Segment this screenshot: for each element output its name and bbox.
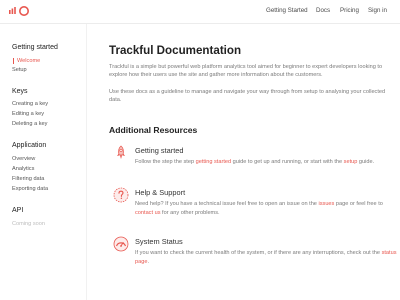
sidebar-item-exporting-data[interactable]: Exporting data	[12, 186, 48, 192]
setup-link[interactable]: setup	[344, 159, 358, 165]
top-navigation-bar: Getting Started Docs Pricing Sign in	[0, 0, 400, 24]
sidebar-heading-api: API	[12, 207, 24, 214]
main-content: Trackful Documentation Trackful is a sim…	[86, 24, 400, 300]
resource-desc-help-support: Need help? If you have a technical issue…	[135, 200, 397, 218]
desc-text: Need help? If you have a technical issue…	[135, 201, 319, 207]
sidebar-item-creating-a-key[interactable]: Creating a key	[12, 101, 48, 107]
docs-sidebar: Getting started Welcome Setup Keys Creat…	[0, 24, 86, 300]
sidebar-heading-keys: Keys	[12, 88, 28, 95]
sidebar-item-editing-a-key[interactable]: Editing a key	[12, 111, 44, 117]
desc-text: page or feel free to	[334, 201, 383, 207]
getting-started-link[interactable]: getting started	[196, 159, 231, 165]
resource-title-getting-started: Getting started	[135, 146, 184, 155]
desc-text: If you want to check the current health …	[135, 250, 382, 256]
sidebar-item-welcome[interactable]: Welcome	[13, 58, 40, 64]
sidebar-item-deleting-a-key[interactable]: Deleting a key	[12, 121, 47, 127]
resource-title-system-status: System Status	[135, 237, 183, 246]
sidebar-heading-getting-started: Getting started	[12, 44, 58, 51]
nav-docs[interactable]: Docs	[316, 7, 330, 14]
sidebar-item-filtering-data[interactable]: Filtering data	[12, 176, 44, 182]
trackful-logo-icon[interactable]	[9, 5, 33, 17]
desc-text: guide to get up and running, or start wi…	[231, 159, 344, 165]
sidebar-item-coming-soon: Coming soon	[12, 221, 45, 227]
nav-sign-in[interactable]: Sign in	[368, 7, 387, 14]
resource-title-help-support: Help & Support	[135, 188, 186, 197]
contact-us-link[interactable]: contact us	[135, 210, 161, 216]
desc-text: for any other problems.	[160, 210, 220, 216]
issues-link[interactable]: issues	[318, 201, 334, 207]
sidebar-item-overview[interactable]: Overview	[12, 156, 35, 162]
intro-paragraph: Trackful is a simple but powerful web pl…	[109, 64, 383, 78]
resource-desc-system-status: If you want to check the current health …	[135, 249, 397, 267]
desc-text: .	[147, 259, 150, 265]
rocket-icon	[117, 145, 125, 159]
resource-desc-getting-started: Follow the step the step getting started…	[135, 158, 397, 167]
sidebar-item-setup[interactable]: Setup	[12, 67, 27, 73]
nav-pricing[interactable]: Pricing	[340, 7, 359, 14]
guide-paragraph: Use these docs as a guideline to manage …	[109, 89, 386, 103]
desc-text: guide.	[357, 159, 375, 165]
sidebar-item-analytics[interactable]: Analytics	[12, 166, 34, 172]
help-icon	[113, 187, 129, 203]
additional-resources-heading: Additional Resources	[109, 125, 198, 135]
desc-text: Follow the step the step	[135, 159, 196, 165]
sidebar-heading-application: Application	[12, 142, 47, 149]
status-gauge-icon	[113, 236, 129, 252]
nav-getting-started[interactable]: Getting Started	[266, 7, 308, 14]
page-title: Trackful Documentation	[109, 44, 242, 57]
